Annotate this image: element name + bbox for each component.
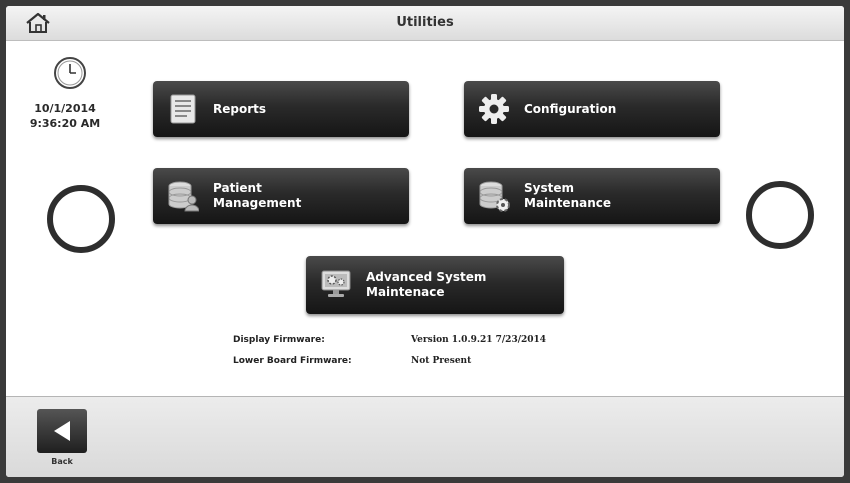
system-maintenance-button[interactable]: System Maintenance [464, 168, 720, 224]
system-maintenance-label-line1: System [524, 181, 574, 195]
left-nav-ring[interactable] [47, 185, 115, 253]
current-date: 10/1/2014 [34, 102, 96, 115]
configuration-label: Configuration [524, 101, 617, 116]
utilities-screen: Utilities 10/1/2014 9:36:20 AM Reports C… [6, 6, 844, 477]
system-maintenance-label-line2: Maintenance [524, 196, 612, 210]
right-nav-ring[interactable] [746, 181, 814, 249]
patient-management-label-line1: Patient [213, 181, 262, 195]
advanced-maintenance-label-line1: Advanced System [366, 270, 487, 284]
bottom-bar: Back [6, 396, 844, 477]
title-bar: Utilities [6, 6, 844, 41]
gear-icon [479, 94, 509, 124]
page-title: Utilities [396, 15, 454, 30]
advanced-maintenance-label-line2: Maintenace [366, 285, 445, 299]
monitor-gear-icon [321, 270, 351, 297]
back-arrow-icon [54, 421, 70, 441]
database-user-icon [168, 181, 199, 212]
reports-label: Reports [213, 101, 267, 116]
reports-button[interactable]: Reports [153, 81, 409, 137]
back-label: Back [51, 457, 73, 466]
display-firmware-label: Display Firmware: [233, 335, 325, 345]
configuration-button[interactable]: Configuration [464, 81, 720, 137]
patient-management-label-line2: Management [213, 196, 302, 210]
lower-board-firmware-value: Not Present [411, 356, 472, 366]
current-time: 9:36:20 AM [29, 117, 101, 130]
display-firmware-value: Version 1.0.9.21 7/23/2014 [411, 335, 547, 345]
clock-icon [54, 57, 86, 89]
database-gear-icon [479, 181, 510, 212]
patient-management-button[interactable]: Patient Management [153, 168, 409, 224]
advanced-system-maintenance-button[interactable]: Advanced System Maintenace [306, 256, 564, 314]
lower-board-firmware-label: Lower Board Firmware: [233, 356, 352, 366]
report-document-icon [170, 94, 196, 124]
back-button[interactable] [37, 409, 87, 453]
